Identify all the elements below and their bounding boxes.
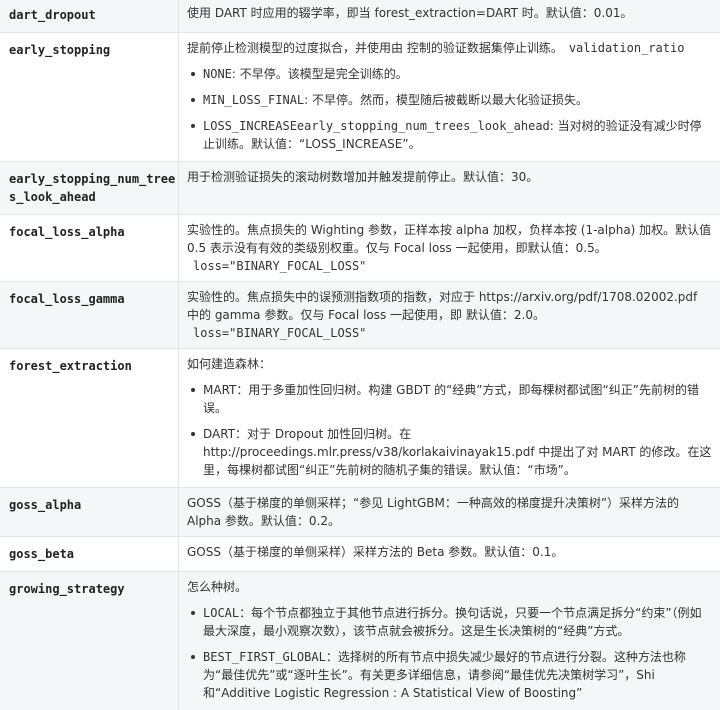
param-description: 实验性的。焦点损失的 Wighting 参数，正样本按 alpha 加权，负样本… bbox=[179, 215, 720, 281]
param-description: GOSS（基于梯度的单侧采样）采样方法的 Beta 参数。默认值：0.1。 bbox=[179, 537, 720, 571]
bullet-icon bbox=[191, 432, 195, 436]
description-text: 实验性的。焦点损失中的误预测指数项的指数，对应于 https://arxiv.o… bbox=[187, 290, 698, 322]
param-name: focal_loss_alpha bbox=[0, 215, 179, 281]
param-description: 使用 DART 时应用的辍学率，即当 forest_extraction=DAR… bbox=[179, 0, 720, 32]
param-name: early_stopping_num_trees_look_ahead bbox=[0, 162, 179, 214]
list-item: NONE: 不早停。该模型是完全训练的。 bbox=[187, 65, 712, 83]
list-item: MART：用于多重加性回归树。构建 GBDT 的“经典”方式，即每棵树都试图“纠… bbox=[187, 381, 712, 417]
option-text: : 不早停。该模型是完全训练的。 bbox=[231, 67, 408, 81]
description-text: 使用 DART 时应用的辍学率，即当 forest_extraction=DAR… bbox=[187, 6, 633, 20]
description-text: 如何建造森林： bbox=[187, 357, 272, 371]
param-description: 如何建造森林： MART：用于多重加性回归树。构建 GBDT 的“经典”方式，即… bbox=[179, 349, 720, 487]
param-description: 用于检测验证损失的滚动树数增加并触发提前停止。默认值：30。 bbox=[179, 162, 720, 214]
bullet-icon bbox=[191, 72, 195, 76]
option-text: DART：对于 Dropout 加性回归树。在 http://proceedin… bbox=[203, 427, 712, 477]
table-row: early_stopping_num_trees_look_ahead 用于检测… bbox=[0, 161, 720, 214]
table-row: goss_alpha GOSS（基于梯度的单侧采样；“参见 LightGBM：一… bbox=[0, 487, 720, 536]
description-text: 怎么种树。 bbox=[187, 580, 248, 594]
description-text: 用于检测验证损失的滚动树数增加并触发提前停止。默认值：30。 bbox=[187, 170, 539, 184]
option-text: MART：用于多重加性回归树。构建 GBDT 的“经典”方式，即每棵树都试图“纠… bbox=[203, 383, 699, 415]
param-name: growing_strategy bbox=[0, 572, 179, 710]
bullet-icon bbox=[191, 98, 195, 102]
list-item: DART：对于 Dropout 加性回归树。在 http://proceedin… bbox=[187, 425, 712, 479]
option-code: LOSS_INCREASEearly_stopping_num_trees_lo… bbox=[203, 119, 550, 133]
param-description: 提前停止检测模型的过度拟合，并使用由 控制的验证数据集停止训练。 validati… bbox=[179, 33, 720, 161]
description-text: GOSS（基于梯度的单侧采样；“参见 LightGBM：一种高效的梯度提升决策树… bbox=[187, 496, 680, 528]
option-list: LOCAL：每个节点都独立于其他节点进行拆分。换句话说，只要一个节点满足拆分“约… bbox=[187, 604, 712, 702]
option-list: NONE: 不早停。该模型是完全训练的。 MIN_LOSS_FINAL: 不早停… bbox=[187, 65, 712, 153]
inline-code: loss="BINARY_FOCAL_LOSS" bbox=[193, 326, 367, 340]
option-code: NONE bbox=[203, 67, 232, 81]
table-row: forest_extraction 如何建造森林： MART：用于多重加性回归树… bbox=[0, 348, 720, 487]
option-list: MART：用于多重加性回归树。构建 GBDT 的“经典”方式，即每棵树都试图“纠… bbox=[187, 381, 712, 479]
bullet-icon bbox=[191, 388, 195, 392]
bullet-icon bbox=[191, 611, 195, 615]
param-description: GOSS（基于梯度的单侧采样；“参见 LightGBM：一种高效的梯度提升决策树… bbox=[179, 488, 720, 536]
bullet-icon bbox=[191, 124, 195, 128]
description-text: 实验性的。焦点损失的 Wighting 参数，正样本按 alpha 加权，负样本… bbox=[187, 221, 712, 275]
table-row: focal_loss_gamma 实验性的。焦点损失中的误预测指数项的指数，对应… bbox=[0, 281, 720, 348]
param-name: early_stopping bbox=[0, 33, 179, 161]
param-name: forest_extraction bbox=[0, 349, 179, 487]
param-description: 怎么种树。 LOCAL：每个节点都独立于其他节点进行拆分。换句话说，只要一个节点… bbox=[179, 572, 720, 710]
list-item: BEST_FIRST_GLOBAL：选择树的所有节点中损失减少最好的节点进行分裂… bbox=[187, 648, 712, 702]
inline-code: loss="BINARY_FOCAL_LOSS" bbox=[193, 259, 367, 273]
param-name: focal_loss_gamma bbox=[0, 282, 179, 348]
table-row: focal_loss_alpha 实验性的。焦点损失的 Wighting 参数，… bbox=[0, 214, 720, 281]
param-name: goss_alpha bbox=[0, 488, 179, 536]
option-code: LOCAL bbox=[203, 606, 240, 620]
table-row: early_stopping 提前停止检测模型的过度拟合，并使用由 控制的验证数… bbox=[0, 32, 720, 161]
param-description: 实验性的。焦点损失中的误预测指数项的指数，对应于 https://arxiv.o… bbox=[179, 282, 720, 348]
param-name: dart_dropout bbox=[0, 0, 179, 32]
table-row: goss_beta GOSS（基于梯度的单侧采样）采样方法的 Beta 参数。默… bbox=[0, 536, 720, 571]
param-name: goss_beta bbox=[0, 537, 179, 571]
parameter-table: dart_dropout 使用 DART 时应用的辍学率，即当 forest_e… bbox=[0, 0, 720, 710]
option-code: BEST_FIRST_GLOBAL bbox=[203, 650, 326, 664]
description-text: 提前停止检测模型的过度拟合，并使用由 控制的验证数据集停止训练。 validati… bbox=[187, 39, 712, 57]
option-code: MIN_LOSS_FINAL bbox=[203, 93, 305, 107]
list-item: LOCAL：每个节点都独立于其他节点进行拆分。换句话说，只要一个节点满足拆分“约… bbox=[187, 604, 712, 640]
option-text: : 不早停。然而，模型随后被截断以最大化验证损失。 bbox=[304, 93, 589, 107]
inline-code: validation_ratio bbox=[568, 41, 685, 55]
bullet-icon bbox=[191, 655, 195, 659]
list-item: LOSS_INCREASEearly_stopping_num_trees_lo… bbox=[187, 117, 712, 153]
table-row: dart_dropout 使用 DART 时应用的辍学率，即当 forest_e… bbox=[0, 0, 720, 32]
list-item: MIN_LOSS_FINAL: 不早停。然而，模型随后被截断以最大化验证损失。 bbox=[187, 91, 712, 109]
description-text: GOSS（基于梯度的单侧采样）采样方法的 Beta 参数。默认值：0.1。 bbox=[187, 545, 564, 559]
description-text: 实验性的。焦点损失的 Wighting 参数，正样本按 alpha 加权，负样本… bbox=[187, 223, 712, 255]
table-row: growing_strategy 怎么种树。 LOCAL：每个节点都独立于其他节… bbox=[0, 571, 720, 710]
option-text: ：每个节点都独立于其他节点进行拆分。换句话说，只要一个节点满足拆分“约束”（例如… bbox=[203, 606, 702, 638]
description-text: 实验性的。焦点损失中的误预测指数项的指数，对应于 https://arxiv.o… bbox=[187, 288, 712, 342]
description-text: 提前停止检测模型的过度拟合，并使用由 控制的验证数据集停止训练。 bbox=[187, 41, 563, 55]
